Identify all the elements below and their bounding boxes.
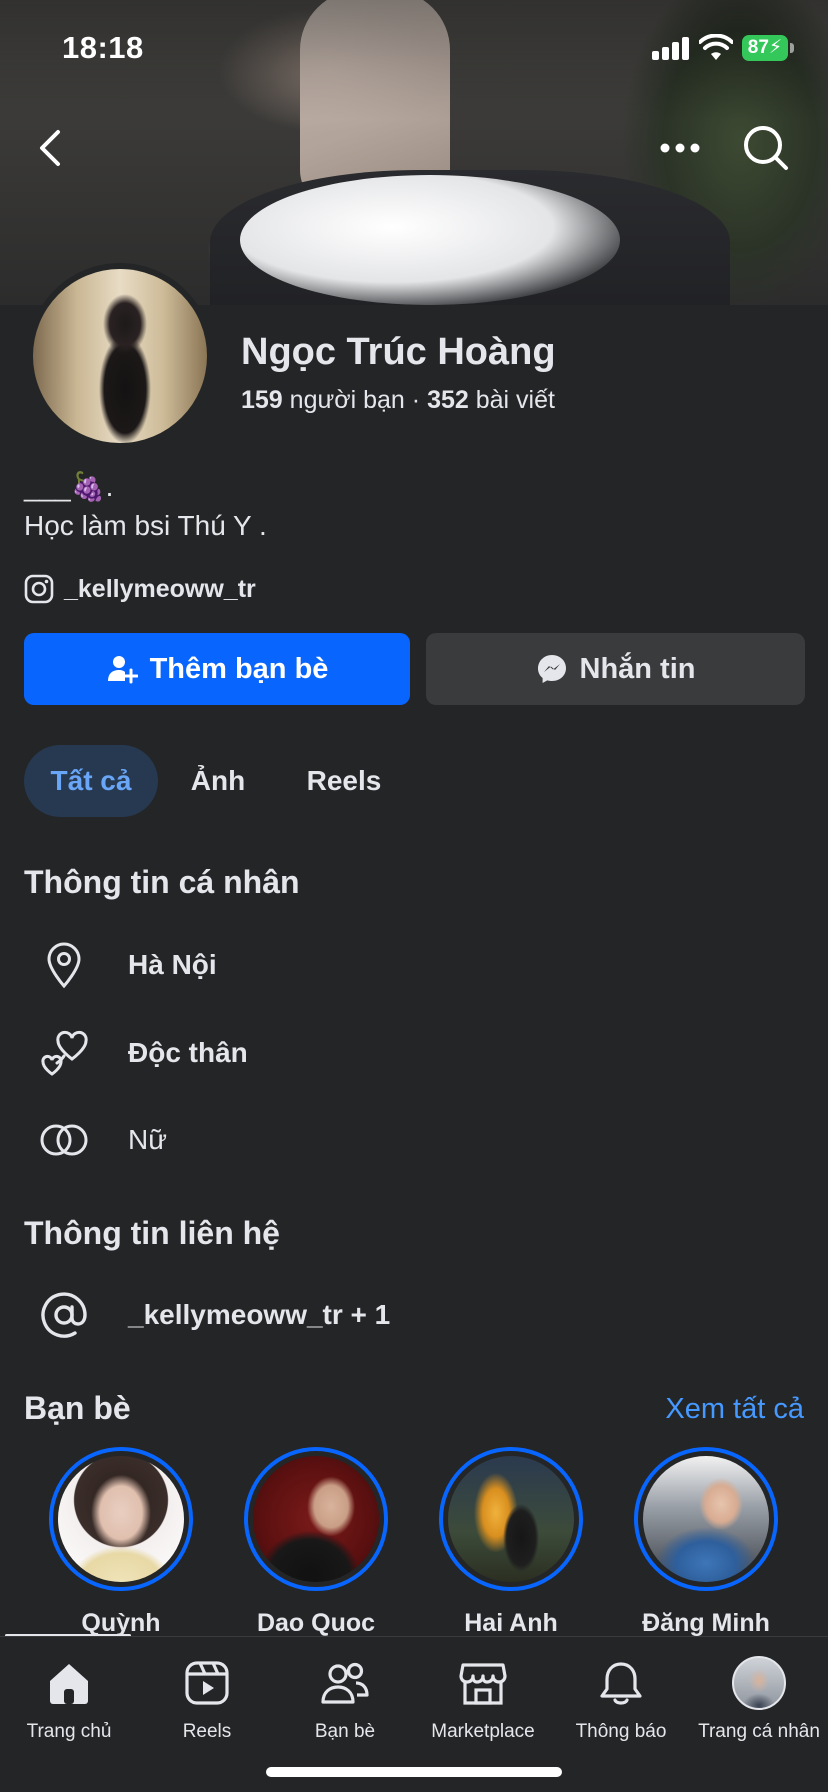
posts-label: bài viết	[475, 386, 555, 414]
friend-avatar-ring	[439, 1447, 583, 1591]
marketplace-icon	[459, 1663, 507, 1705]
home-icon	[50, 1664, 88, 1704]
friend-avatar	[643, 1456, 769, 1582]
tab-photos[interactable]: Ảnh	[158, 745, 278, 817]
message-label: Nhắn tin	[579, 652, 696, 685]
add-friend-button[interactable]: Thêm bạn bè	[24, 633, 410, 705]
battery-level: 87	[747, 37, 769, 58]
friend-name: Dao Quoc	[256, 1609, 376, 1637]
friend-card[interactable]: Đăng Minh	[634, 1447, 778, 1637]
friend-card[interactable]: Quỳnh	[49, 1447, 193, 1637]
info-gender: Nữ	[38, 1110, 167, 1170]
search-button[interactable]	[738, 120, 794, 176]
friend-name: Hai Anh	[464, 1609, 558, 1637]
more-icon	[660, 143, 700, 153]
friends-label: người bạn	[289, 386, 405, 414]
more-options-button[interactable]	[655, 120, 705, 176]
gender-rings-icon	[40, 1124, 88, 1156]
instagram-icon	[24, 574, 54, 604]
battery-tip	[790, 43, 794, 53]
add-friend-label: Thêm bạn bè	[149, 652, 329, 685]
info-contact[interactable]: _kellymeoww_tr + 1	[38, 1285, 390, 1345]
at-sign-icon	[41, 1292, 87, 1338]
tab-all[interactable]: Tất cả	[24, 745, 158, 817]
profile-name: Ngọc Trúc Hoàng	[241, 331, 556, 373]
wifi-icon	[699, 34, 733, 60]
friend-avatar	[253, 1456, 379, 1582]
nav-home[interactable]: Trang chủ	[0, 1651, 138, 1743]
bio-line-2: Học làm bsi Thú Y .	[24, 510, 267, 541]
friend-avatar-ring	[244, 1447, 388, 1591]
nav-profile-label: Trang cá nhân	[698, 1721, 820, 1742]
nav-notifications-label: Thông báo	[575, 1721, 667, 1742]
nav-notifications[interactable]: Thông báo	[552, 1651, 690, 1743]
profile-avatar[interactable]	[27, 263, 213, 449]
nav-reels-label: Reels	[182, 1721, 232, 1742]
gender-text: Nữ	[128, 1124, 167, 1155]
info-location: Hà Nội	[38, 935, 217, 995]
messenger-icon	[537, 655, 566, 683]
friend-avatar	[58, 1456, 184, 1582]
reels-icon	[185, 1661, 229, 1705]
tab-reels[interactable]: Reels	[294, 745, 394, 817]
relationship-text: Độc thân	[128, 1037, 248, 1068]
profile-photo	[33, 269, 207, 443]
nav-marketplace[interactable]: Marketplace	[414, 1651, 552, 1743]
friend-card[interactable]: Dao Quoc	[244, 1447, 388, 1637]
friend-avatar	[448, 1456, 574, 1582]
relationship-hearts-icon	[41, 1030, 88, 1076]
battery-indicator: 87⚡	[742, 35, 788, 61]
friend-name: Đăng Minh	[642, 1609, 770, 1637]
status-time: 18:18	[62, 30, 144, 65]
see-all-friends-link[interactable]: Xem tất cả	[665, 1393, 804, 1426]
friends-title: Bạn bè	[24, 1390, 131, 1426]
contact-text: _kellymeoww_tr + 1	[128, 1299, 391, 1330]
profile-stats: 159 người bạn · 352 bài viết	[241, 386, 555, 415]
info-relationship: Độc thân	[38, 1023, 248, 1083]
location-text: Hà Nội	[128, 949, 217, 980]
profile-sheet	[0, 305, 828, 1645]
signal-icon	[652, 36, 692, 60]
personal-info-title: Thông tin cá nhân	[24, 864, 300, 900]
back-icon	[40, 130, 60, 166]
add-friend-icon	[107, 656, 138, 684]
bio-line-1: ___🍇.	[24, 471, 114, 502]
nav-friends-label: Bạn bè	[314, 1721, 376, 1742]
location-pin-icon	[47, 942, 81, 989]
posts-count: 352	[427, 386, 469, 414]
friends-count[interactable]: 159	[241, 386, 283, 414]
search-icon	[744, 126, 788, 170]
stats-separator: ·	[411, 386, 421, 414]
friend-avatar-ring	[49, 1447, 193, 1591]
nav-profile[interactable]: Trang cá nhân	[690, 1651, 828, 1743]
message-button[interactable]: Nhắn tin	[426, 633, 805, 705]
status-bar: 18:18 87⚡	[0, 0, 828, 100]
nav-marketplace-label: Marketplace	[431, 1721, 535, 1742]
profile-avatar-icon	[732, 1656, 786, 1710]
back-button[interactable]	[32, 120, 68, 176]
home-indicator	[266, 1767, 562, 1777]
contact-info-title: Thông tin liên hệ	[24, 1215, 280, 1251]
bell-icon	[600, 1662, 642, 1705]
friend-avatar-ring	[634, 1447, 778, 1591]
nav-reels[interactable]: Reels	[138, 1651, 276, 1743]
friend-card[interactable]: Hai Anh	[439, 1447, 583, 1637]
instagram-handle: _kellymeoww_tr	[64, 574, 256, 603]
nav-home-label: Trang chủ	[26, 1721, 112, 1742]
instagram-link[interactable]: _kellymeoww_tr	[24, 574, 256, 604]
cover-foam	[240, 175, 620, 305]
nav-friends[interactable]: Bạn bè	[276, 1651, 414, 1743]
friends-icon	[321, 1662, 369, 1704]
